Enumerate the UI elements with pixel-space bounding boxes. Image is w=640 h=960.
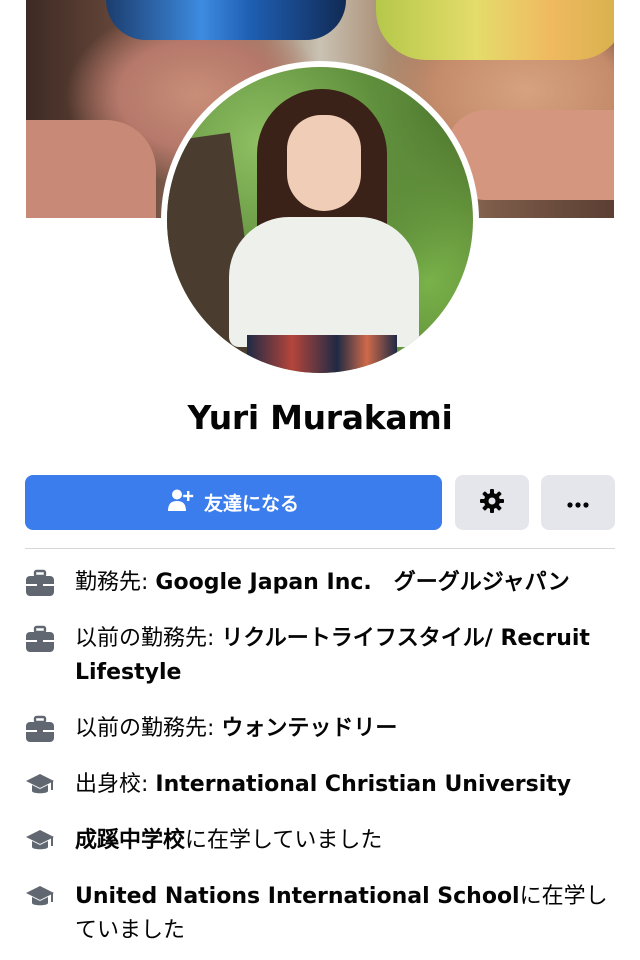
about-item-past-work[interactable]: 以前の勤務先: リクルートライフスタイル/ Recruit Lifestyle [25,622,615,690]
divider [25,548,615,549]
cover-photo-detail [376,0,614,60]
add-friend-button[interactable]: 友達になる [25,475,442,530]
about-value[interactable]: United Nations International School [75,884,520,909]
about-value[interactable]: Google Japan Inc. グーグルジャパン [155,570,569,595]
about-item-work[interactable]: 勤務先: Google Japan Inc. グーグルジャパン [25,566,615,602]
more-options-button[interactable] [541,475,615,530]
about-label: 以前の勤務先: [75,626,222,651]
about-item-education[interactable]: 成蹊中学校に在学していました [25,824,615,860]
graduation-cap-icon [25,826,55,856]
about-item-past-work[interactable]: 以前の勤務先: ウォンテッドリー [25,712,615,748]
about-item-education[interactable]: 出身校: International Christian University [25,768,615,804]
more-icon [566,493,590,512]
graduation-cap-icon [25,770,55,800]
profile-name: Yuri Murakami [187,398,453,437]
add-friend-icon [167,488,194,517]
about-label: 以前の勤務先: [75,716,222,741]
about-value[interactable]: 成蹊中学校 [75,828,185,853]
profile-picture[interactable] [161,61,479,379]
settings-button[interactable] [455,475,529,530]
about-suffix: に在学していました [185,828,383,853]
profile-picture-image [167,67,473,373]
about-value[interactable]: International Christian University [155,772,571,797]
briefcase-icon [25,568,55,598]
add-friend-label: 友達になる [203,493,299,515]
about-label: 勤務先: [75,570,156,595]
cover-photo-detail [26,120,156,218]
briefcase-icon [25,624,55,654]
about-item-education[interactable]: United Nations International Schoolに在学して… [25,880,615,948]
about-label: 出身校: [75,772,156,797]
briefcase-icon [25,714,55,744]
graduation-cap-icon [25,882,55,912]
about-value[interactable]: ウォンテッドリー [221,716,397,741]
gear-icon [479,488,505,518]
action-buttons: 友達になる [25,475,615,530]
cover-photo-detail [106,0,346,40]
